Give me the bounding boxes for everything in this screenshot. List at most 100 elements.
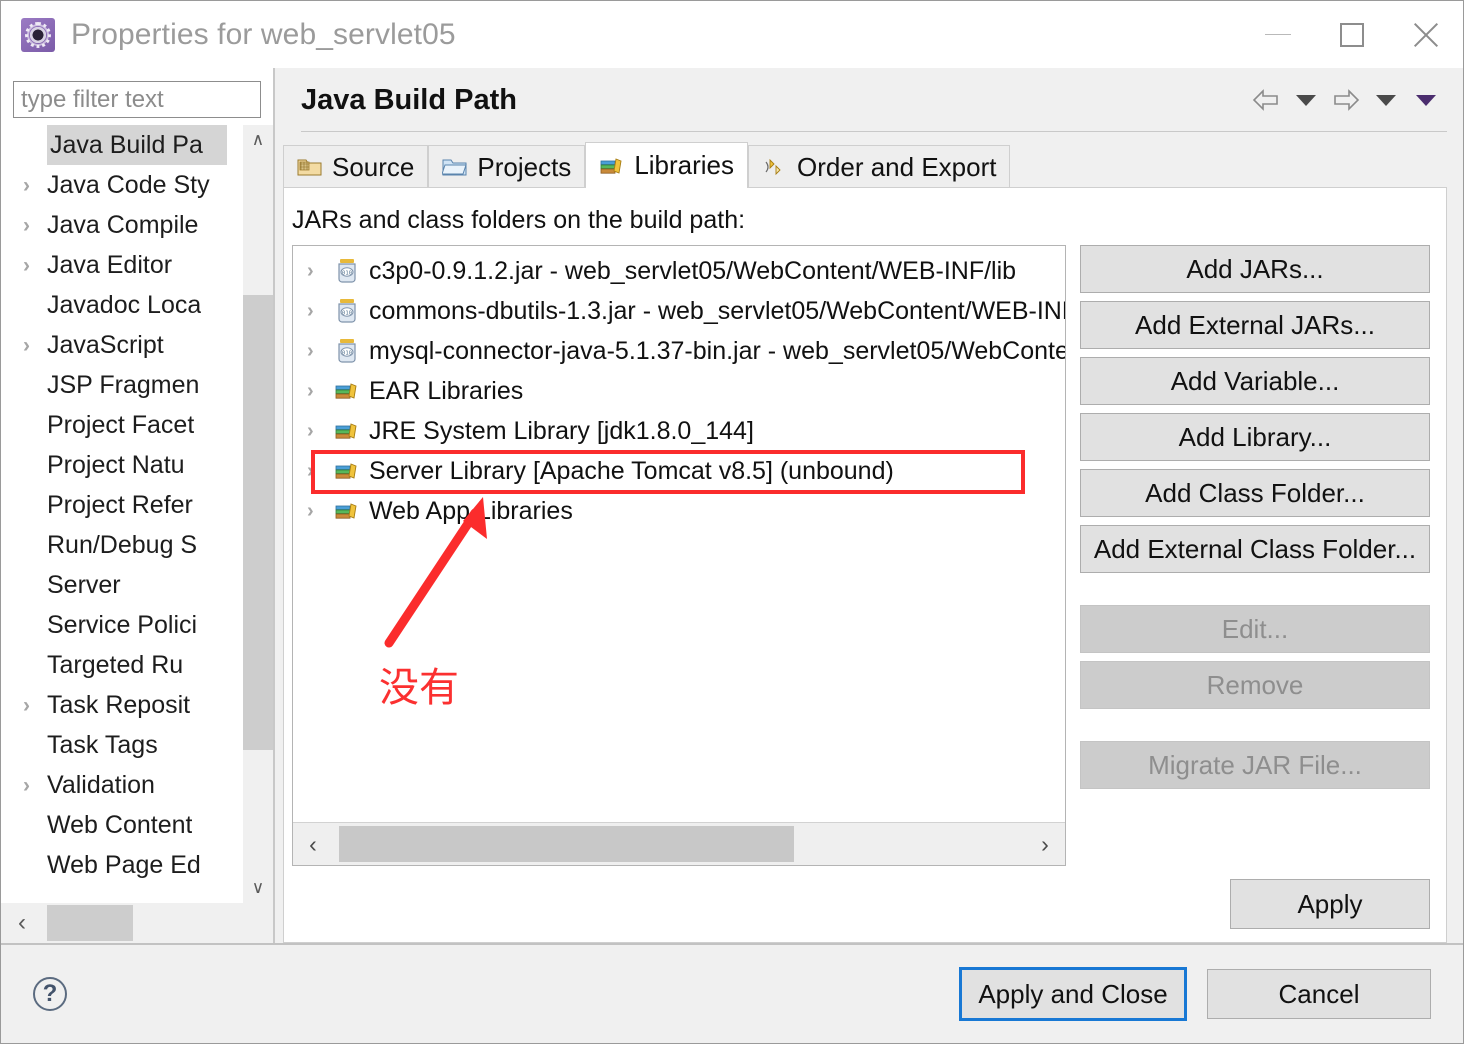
sidebar-item-label: JSP Fragmen xyxy=(47,370,200,399)
chevron-right-icon[interactable]: › xyxy=(307,380,333,403)
list-scroll-left-icon[interactable]: ‹ xyxy=(293,832,333,856)
build-path-entry[interactable]: › 010 c3p0-0.9.1.2.jar - web_servlet05/Web… xyxy=(293,251,1065,291)
chevron-right-icon[interactable]: › xyxy=(307,420,333,443)
chevron-right-icon[interactable]: › xyxy=(23,775,47,796)
tab-projects[interactable]: Projects xyxy=(428,145,586,188)
add-class-folder-button[interactable]: Add Class Folder... xyxy=(1080,469,1430,517)
chevron-right-icon[interactable]: › xyxy=(307,500,333,523)
sidebar-item[interactable]: Server xyxy=(1,565,273,605)
tab-label: Order and Export xyxy=(797,151,997,182)
scroll-thumb[interactable] xyxy=(243,295,273,750)
chevron-right-icon[interactable]: › xyxy=(23,175,47,196)
sidebar-item[interactable]: › Java Code Sty xyxy=(1,165,273,205)
chevron-right-icon[interactable]: › xyxy=(23,695,47,716)
svg-text:010: 010 xyxy=(342,351,352,357)
sidebar-item[interactable]: Task Tags xyxy=(1,725,273,765)
sidebar-item[interactable]: Project Facet xyxy=(1,405,273,445)
sidebar-item[interactable]: › JavaScript xyxy=(1,325,273,365)
settings-sidebar: Java Build Pa ›Java Code Sty›Java Compile… xyxy=(1,68,275,943)
list-scroll-thumb[interactable] xyxy=(339,826,794,862)
chevron-right-icon[interactable]: › xyxy=(307,260,333,283)
h-scroll-thumb[interactable] xyxy=(47,905,133,941)
library-icon xyxy=(333,379,361,403)
close-button[interactable] xyxy=(1389,1,1463,68)
chevron-right-icon[interactable]: › xyxy=(307,300,333,323)
build-path-entry[interactable]: › 010 commons-dbutils-1.3.jar - web_servle… xyxy=(293,291,1065,331)
sidebar-item[interactable]: › Task Reposit xyxy=(1,685,273,725)
chevron-right-icon[interactable]: › xyxy=(23,335,47,356)
edit-button: Edit... xyxy=(1080,605,1430,653)
add-external-class-folder-button[interactable]: Add External Class Folder... xyxy=(1080,525,1430,573)
sidebar-item[interactable]: JSP Fragmen xyxy=(1,365,273,405)
close-icon xyxy=(1411,20,1441,50)
chevron-right-icon[interactable]: › xyxy=(307,340,333,363)
maximize-button[interactable] xyxy=(1315,1,1389,68)
build-path-entry[interactable]: › 010 mysql-connector-java-5.1.37-bin.jar … xyxy=(293,331,1065,371)
sidebar-item[interactable]: Web Content xyxy=(1,805,273,845)
sidebar-item[interactable]: Project Refer xyxy=(1,485,273,525)
jar-icon: 010 xyxy=(333,338,361,364)
build-path-entry[interactable]: › JRE System Library [jdk1.8.0_144] xyxy=(293,411,1065,451)
sidebar-item-label: Validation xyxy=(47,770,155,799)
scroll-down-icon[interactable]: ∨ xyxy=(243,873,273,903)
list-scroll-right-icon[interactable]: › xyxy=(1025,832,1065,856)
chevron-right-icon[interactable]: › xyxy=(23,215,47,236)
sidebar-item[interactable]: › Validation xyxy=(1,765,273,805)
chevron-right-icon[interactable]: › xyxy=(307,460,333,483)
libraries-books-icon xyxy=(599,154,625,178)
forward-dropdown-icon[interactable] xyxy=(1369,83,1403,117)
add-library-button[interactable]: Add Library... xyxy=(1080,413,1430,461)
tab-order-and-export[interactable]: Order and Export xyxy=(748,145,1011,188)
build-path-entry[interactable]: › Server Library [Apache Tomcat v8.5] (un… xyxy=(293,451,1065,491)
jar-icon: 010 xyxy=(333,298,361,324)
sidebar-item[interactable]: Java Build Pa xyxy=(47,125,227,165)
source-folder-icon xyxy=(297,156,323,178)
add-variable-button[interactable]: Add Variable... xyxy=(1080,357,1430,405)
gear-icon xyxy=(21,17,55,52)
build-path-tabs: Source Projects Libraries Order and Export xyxy=(275,142,1463,188)
sidebar-item[interactable]: Targeted Ru xyxy=(1,645,273,685)
sidebar-item[interactable]: Service Polici xyxy=(1,605,273,645)
sidebar-item-label: Java Build Pa xyxy=(50,130,203,159)
filter-input[interactable] xyxy=(13,81,261,118)
view-menu-icon[interactable] xyxy=(1409,83,1443,117)
add-external-jars-button[interactable]: Add External JARs... xyxy=(1080,301,1430,349)
sidebar-item[interactable]: Project Natu xyxy=(1,445,273,485)
apply-button[interactable]: Apply xyxy=(1230,879,1430,929)
button-group-spacer xyxy=(1080,717,1430,733)
page-nav-icons xyxy=(1249,68,1443,132)
tab-source[interactable]: Source xyxy=(283,145,429,188)
build-path-entry[interactable]: › Web App Libraries xyxy=(293,491,1065,531)
tab-libraries[interactable]: Libraries xyxy=(585,142,749,188)
sidebar-item[interactable]: Web Page Ed xyxy=(1,845,273,885)
sidebar-item-label: Run/Debug S xyxy=(47,530,198,559)
sidebar-item-label: Javadoc Loca xyxy=(47,290,202,319)
cancel-button[interactable]: Cancel xyxy=(1207,969,1431,1019)
back-dropdown-icon[interactable] xyxy=(1289,83,1323,117)
add-jars-button[interactable]: Add JARs... xyxy=(1080,245,1430,293)
sidebar-horizontal-scrollbar[interactable]: ‹ › xyxy=(1,903,273,943)
sidebar-item[interactable]: › Java Compile xyxy=(1,205,273,245)
apply-and-close-button[interactable]: Apply and Close xyxy=(959,967,1187,1021)
build-path-entry[interactable]: › EAR Libraries xyxy=(293,371,1065,411)
page-title: Java Build Path xyxy=(301,83,517,116)
sidebar-vertical-scrollbar[interactable]: ∧ ∨ xyxy=(243,125,273,903)
scroll-left-icon[interactable]: ‹ xyxy=(1,911,43,935)
back-arrow-icon[interactable] xyxy=(1249,83,1283,117)
sidebar-item[interactable]: Javadoc Loca xyxy=(1,285,273,325)
forward-arrow-icon[interactable] xyxy=(1329,83,1363,117)
build-path-list[interactable]: › 010 c3p0-0.9.1.2.jar - web_servlet05/Web… xyxy=(292,245,1066,866)
sidebar-item-label: Task Reposit xyxy=(47,690,191,719)
scroll-up-icon[interactable]: ∧ xyxy=(243,125,273,155)
sidebar-item[interactable]: › Java Editor xyxy=(1,245,273,285)
chevron-right-icon[interactable]: › xyxy=(23,255,47,276)
build-path-entry-label: c3p0-0.9.1.2.jar - web_servlet05/WebCont… xyxy=(369,256,1017,285)
library-icon xyxy=(333,419,361,443)
minimize-button[interactable] xyxy=(1241,1,1315,68)
build-path-entry-label: Web App Libraries xyxy=(369,496,573,525)
library-action-buttons: Add JARs... Add External JARs... Add Varia… xyxy=(1066,245,1446,866)
list-horizontal-scrollbar[interactable]: ‹ › xyxy=(293,822,1065,865)
sidebar-item[interactable]: Run/Debug S xyxy=(1,525,273,565)
help-icon[interactable]: ? xyxy=(33,977,67,1011)
sidebar-item-label: Project Refer xyxy=(47,490,193,519)
